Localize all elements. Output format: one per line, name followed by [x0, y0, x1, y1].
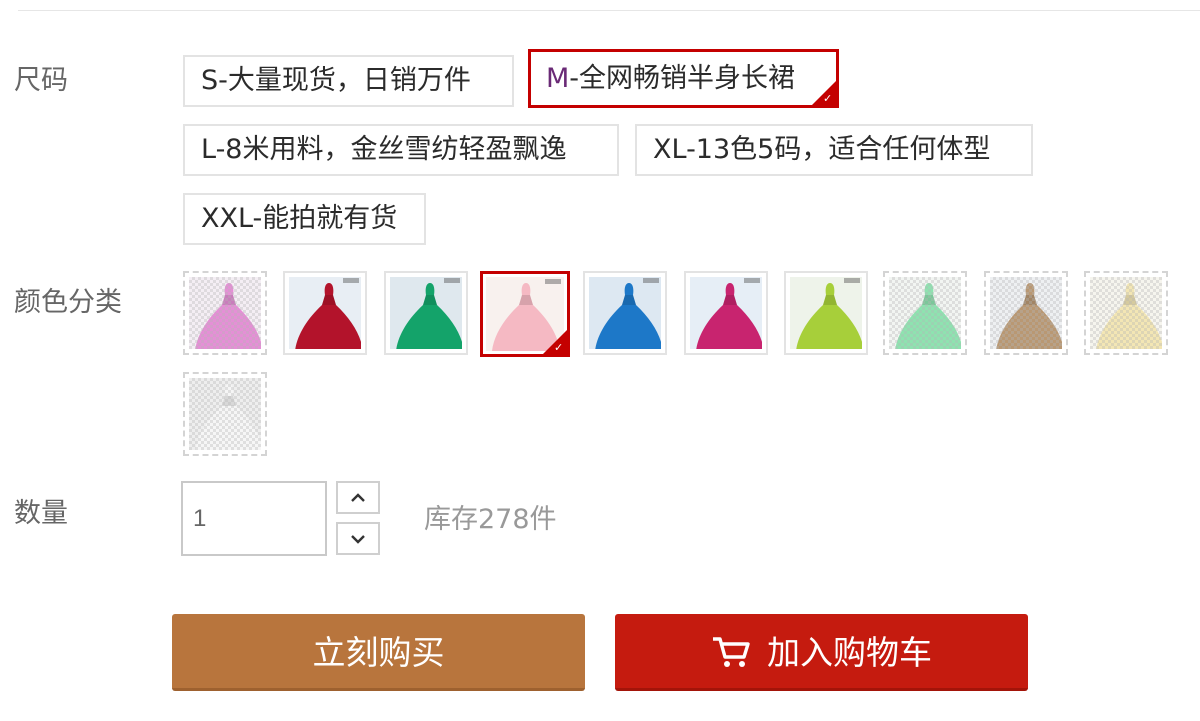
color-swatch[interactable]	[384, 271, 468, 355]
watermark-mark	[844, 278, 860, 283]
swatch-image	[790, 277, 862, 349]
color-swatch[interactable]: ✓	[480, 271, 570, 357]
size-option-label: XXL-能拍就有货	[201, 203, 398, 234]
quantity-increase-button[interactable]	[336, 481, 380, 514]
swatch-image	[390, 277, 462, 349]
color-swatch[interactable]	[583, 271, 667, 355]
buy-now-label: 立刻购买	[312, 633, 445, 672]
size-option-s[interactable]: S-大量现货，日销万件	[183, 55, 514, 107]
size-option-xxl[interactable]: XXL-能拍就有货	[183, 193, 426, 245]
size-option-label: S-大量现货，日销万件	[201, 65, 471, 96]
size-option-label: XL-13色5码，适合任何体型	[653, 134, 991, 165]
top-divider	[18, 10, 1200, 11]
swatch-image	[990, 277, 1062, 349]
buy-now-button[interactable]: 立刻购买	[172, 614, 585, 691]
chevron-down-icon	[351, 534, 365, 544]
checkmark-icon: ✓	[554, 341, 564, 354]
color-label: 颜色分类	[14, 287, 122, 318]
size-option-m[interactable]: M-全网畅销半身长裙 ✓	[528, 49, 839, 108]
chevron-up-icon	[351, 492, 365, 502]
watermark-mark	[444, 278, 460, 283]
color-swatch[interactable]	[183, 271, 267, 355]
swatch-image	[1090, 277, 1162, 349]
watermark-mark	[343, 278, 359, 283]
swatch-image	[289, 277, 361, 349]
quantity-input[interactable]: 1	[181, 481, 327, 556]
stock-count: 库存278件	[424, 504, 557, 535]
color-swatch[interactable]	[684, 271, 768, 355]
size-option-l[interactable]: L-8米用料，金丝雪纺轻盈飘逸	[183, 124, 619, 176]
color-swatch[interactable]	[784, 271, 868, 355]
size-option-label-prefix: M	[546, 63, 570, 94]
quantity-label: 数量	[14, 498, 68, 529]
checkmark-icon: ✓	[823, 92, 833, 105]
watermark-mark	[643, 278, 659, 283]
color-swatch[interactable]	[883, 271, 967, 355]
size-label: 尺码	[14, 65, 68, 96]
watermark-mark	[545, 279, 561, 284]
quantity-decrease-button[interactable]	[336, 522, 380, 555]
color-swatch[interactable]	[283, 271, 367, 355]
swatch-image	[889, 277, 961, 349]
swatch-image	[189, 277, 261, 349]
watermark-mark	[744, 278, 760, 283]
color-swatch[interactable]	[183, 372, 267, 456]
cart-icon	[713, 636, 750, 667]
size-option-label: -全网畅销半身长裙	[569, 63, 796, 94]
size-option-label: L-8米用料，金丝雪纺轻盈飘逸	[201, 134, 567, 165]
size-option-xl[interactable]: XL-13色5码，适合任何体型	[635, 124, 1033, 176]
color-swatch[interactable]	[984, 271, 1068, 355]
add-to-cart-label: 加入购物车	[767, 633, 932, 672]
add-to-cart-button[interactable]: 加入购物车	[615, 614, 1028, 691]
swatch-image	[189, 378, 261, 450]
swatch-image	[690, 277, 762, 349]
color-swatch[interactable]	[1084, 271, 1168, 355]
swatch-image	[589, 277, 661, 349]
